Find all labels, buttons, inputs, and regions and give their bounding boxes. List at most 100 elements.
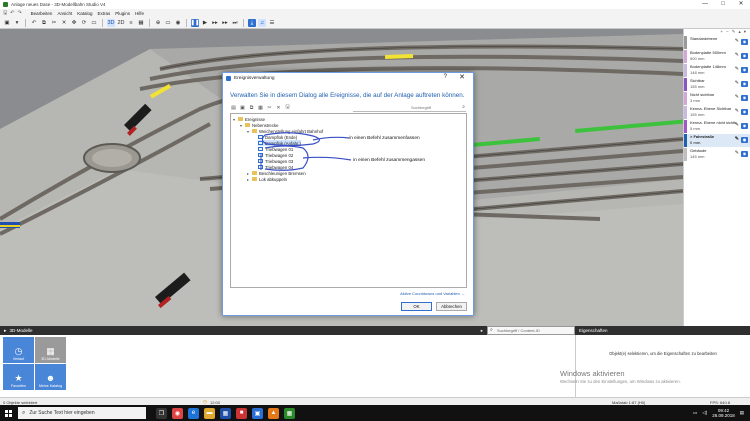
layer-item[interactable]: > Fahrstraße 0 mm ✎ ◉ (684, 134, 750, 147)
skip-icon[interactable]: ⏭ (231, 19, 239, 27)
remove-layer-icon[interactable]: − (726, 29, 729, 36)
undo-icon[interactable]: ↶ (30, 19, 38, 27)
app-blue-icon[interactable]: ▣ (252, 407, 263, 419)
volume-icon[interactable]: ◁) (702, 410, 707, 416)
edit-icon[interactable]: ✎ (735, 122, 739, 129)
visibility-icon[interactable]: ◉ (741, 151, 748, 157)
tile-meine-katalog[interactable]: ☻ Meine Katalog (35, 364, 66, 390)
edit-icon[interactable]: ✎ (735, 94, 739, 101)
maximize-button[interactable]: □ (714, 0, 732, 9)
cut-icon[interactable]: ✂ (50, 19, 58, 27)
redo-icon[interactable]: ↷ (17, 10, 21, 18)
countdowns-link[interactable]: Aktive Countdowns und Variablen → (400, 291, 465, 296)
menu-plugins[interactable]: Plugins (115, 11, 130, 16)
minimize-button[interactable]: — (696, 0, 714, 9)
layer-item[interactable]: Standardebene ✎ ◉ (684, 36, 750, 49)
add-folder-icon[interactable]: ▤ (230, 105, 237, 111)
task-view-icon[interactable]: ❐ (156, 407, 167, 419)
pan-icon[interactable]: ✥ (70, 19, 78, 27)
visibility-icon[interactable]: ◉ (741, 109, 748, 115)
event-search-input[interactable]: Suchbegriff ⌕ (353, 104, 466, 112)
select-icon[interactable]: ▭ (90, 19, 98, 27)
dropdown-icon[interactable]: ▾ (13, 19, 21, 27)
layers-icon[interactable]: ≡ (127, 19, 135, 27)
layer-item[interactable]: Sichtbar 155 mm ✎ ◉ (684, 78, 750, 91)
menu-katalog[interactable]: Katalog (77, 11, 92, 16)
modellbahn-studio-icon[interactable]: ▦ (284, 407, 295, 419)
menu-extras[interactable]: Extras (97, 11, 110, 16)
copy-icon[interactable]: ⧉ (40, 19, 48, 27)
taskbar-search[interactable]: ⌕ Zur Suche Text hier eingeben (18, 407, 146, 419)
dialog-close-button[interactable]: ✕ (459, 73, 465, 81)
layer-item[interactable]: Gebäude 145 mm ✎ ◉ (684, 148, 750, 161)
fast-forward-2-icon[interactable]: ▸▸ (221, 19, 229, 27)
model-search-input[interactable]: ⌕ Suchbegriff / Content-ID (487, 326, 575, 335)
menu-bearbeiten[interactable]: Bearbeiten (31, 11, 53, 16)
layer-item[interactable]: Nicht sichtbar 3 mm ✎ ◉ (684, 92, 750, 105)
tile-favoriten[interactable]: ★ Favoriten (3, 364, 34, 390)
camera-icon[interactable]: ◉ (174, 19, 182, 27)
edit-icon[interactable]: ✎ (735, 38, 739, 45)
cut-icon[interactable]: ✂ (266, 105, 273, 111)
visibility-icon[interactable]: ◉ (741, 67, 748, 73)
delete-icon[interactable]: ✕ (275, 105, 282, 111)
move-up-icon[interactable]: ▴ (738, 29, 740, 36)
copy-icon[interactable]: ⧉ (248, 105, 255, 111)
menu-ansicht[interactable]: Ansicht (57, 11, 72, 16)
save-icon[interactable]: 🖫 (3, 10, 7, 18)
layer-item[interactable]: Bodenplatte 500mm 500 mm ✎ ◉ (684, 50, 750, 63)
visibility-icon[interactable]: ◉ (741, 53, 748, 59)
view-2d-button[interactable]: 2D (117, 19, 125, 27)
collapse-icon[interactable]: ▸ (4, 328, 7, 334)
add-layer-icon[interactable]: + (720, 29, 723, 36)
taskbar-clock[interactable]: 09:42 26.09.2018 (712, 408, 735, 418)
layer-item[interactable]: Bodenplatte 148mm 148 mm ✎ ◉ (684, 64, 750, 77)
edge-icon[interactable]: e (188, 407, 199, 419)
save-icon[interactable]: 🖫 (284, 104, 291, 111)
menu-hilfe[interactable]: Hilfe (135, 11, 144, 16)
layer-item[interactable]: Kenna. Ebene nicht sichtb. 5 mm ✎ ◉ (684, 120, 750, 133)
sound-icon[interactable]: ♫ (258, 19, 266, 27)
app-red-icon[interactable]: ■ (236, 407, 247, 419)
visibility-icon[interactable]: ◉ (741, 95, 748, 101)
undo-icon[interactable]: ↶ (10, 10, 14, 18)
tile-verlauf[interactable]: ◷ Verlauf (3, 337, 34, 363)
close-window-button[interactable]: ✕ (732, 0, 750, 9)
rotate-icon[interactable]: ⟳ (80, 19, 88, 27)
tile-3d-modelle[interactable]: ▦ 3D-Modelle (35, 337, 66, 363)
network-icon[interactable]: ▭ (693, 410, 697, 416)
list-icon[interactable]: ☰ (268, 19, 276, 27)
help-button[interactable]: ? (444, 74, 447, 80)
edit-icon[interactable]: ✎ (735, 150, 739, 157)
explorer-icon[interactable]: ▬ (204, 407, 215, 419)
play-icon[interactable]: ▶ (201, 19, 209, 27)
view-3d-button[interactable]: 3D (107, 19, 115, 27)
close-icon[interactable]: ▸ (481, 328, 483, 334)
edit-icon[interactable]: ✎ (735, 136, 739, 143)
edit-icon[interactable]: ✎ (735, 108, 739, 115)
edit-icon[interactable]: ✎ (735, 66, 739, 73)
paste-icon[interactable]: ▦ (257, 105, 264, 111)
save-icon[interactable]: ▣ (3, 19, 11, 27)
ok-button[interactable]: OK (401, 302, 432, 311)
cancel-button[interactable]: Abbrechen (436, 302, 467, 311)
layer-item[interactable]: Kenna. Ebene Sichtbar 155 mm ✎ ◉ (684, 106, 750, 119)
fast-forward-icon[interactable]: ▸▸ (211, 19, 219, 27)
edit-layer-icon[interactable]: ✎ (732, 29, 736, 36)
visibility-icon[interactable]: ◉ (741, 137, 748, 143)
vlc-icon[interactable]: ▲ (268, 407, 279, 419)
event-tree[interactable]: ▾ Ereignisse ▾ Nebenstrecke ▾ Weichenste… (230, 113, 467, 288)
chrome-icon[interactable]: ◉ (172, 407, 183, 419)
download-icon[interactable]: ⤓ (248, 19, 256, 27)
windows-store-icon[interactable]: ▦ (220, 407, 231, 419)
delete-icon[interactable]: ✕ (60, 19, 68, 27)
monitor-icon[interactable]: ▭ (164, 19, 172, 27)
grid-icon[interactable]: ▦ (137, 19, 145, 27)
add-event-icon[interactable]: ▣ (239, 105, 246, 111)
notification-icon[interactable]: ▤ (740, 410, 744, 416)
edit-icon[interactable]: ✎ (735, 80, 739, 87)
edit-icon[interactable]: ✎ (735, 52, 739, 59)
visibility-icon[interactable]: ◉ (741, 81, 748, 87)
pause-button[interactable]: ❚❚ (190, 19, 200, 27)
tree-node-lok-abkuppeln[interactable]: ▸ Lok abkuppeln (247, 176, 287, 182)
